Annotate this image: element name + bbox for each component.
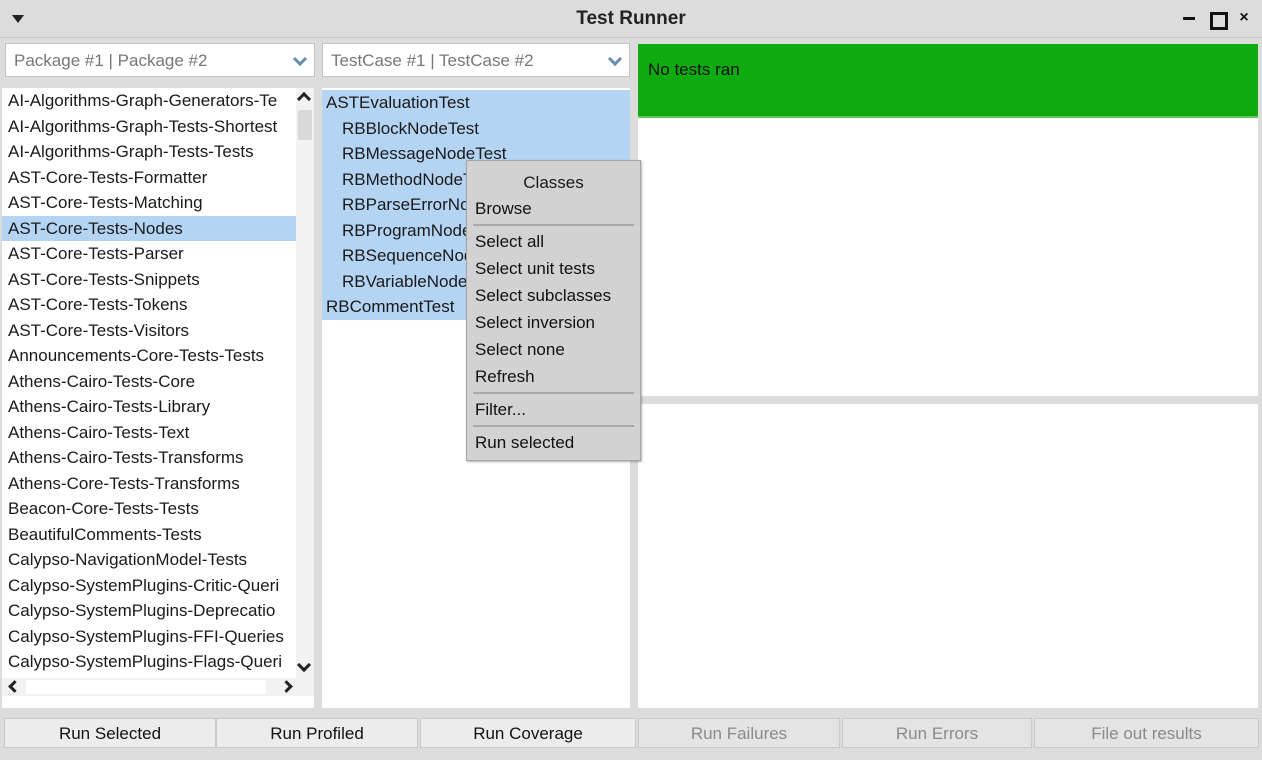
package-item[interactable]: AST-Core-Tests-Snippets: [2, 267, 296, 293]
testcase-filter-dropdown[interactable]: TestCase #1 | TestCase #2: [322, 43, 630, 77]
package-item[interactable]: Announcements-Core-Tests-Tests: [2, 343, 296, 369]
maximize-icon[interactable]: [1209, 10, 1228, 30]
scrollbar-thumb[interactable]: [298, 110, 312, 140]
package-item[interactable]: Calypso-NavigationModel-Tests: [2, 547, 296, 573]
package-item[interactable]: AI-Algorithms-Graph-Tests-Tests: [2, 139, 296, 165]
window-title: Test Runner: [576, 8, 686, 29]
package-item[interactable]: AST-Core-Tests-Visitors: [2, 318, 296, 344]
package-item[interactable]: Beacon-Core-Tests-Tests: [2, 496, 296, 522]
scroll-down-icon[interactable]: [296, 657, 312, 673]
minimize-icon[interactable]: [1182, 10, 1198, 26]
result-detail-panel[interactable]: [638, 404, 1258, 708]
package-horizontal-scrollbar[interactable]: [2, 678, 314, 696]
package-item[interactable]: Athens-Cairo-Tests-Text: [2, 420, 296, 446]
menu-item-select-all[interactable]: Select all: [467, 228, 640, 255]
package-filter-dropdown[interactable]: Package #1 | Package #2: [5, 43, 315, 77]
run-selected-button[interactable]: Run Selected: [4, 718, 216, 748]
run-profiled-button[interactable]: Run Profiled: [216, 718, 418, 748]
menu-item-browse[interactable]: Browse: [467, 195, 640, 222]
package-item[interactable]: Calypso-SystemPlugins-Flags-Queri: [2, 649, 296, 675]
run-errors-button[interactable]: Run Errors: [842, 718, 1032, 748]
status-text: No tests ran: [648, 60, 740, 79]
file-out-results-button[interactable]: File out results: [1034, 718, 1259, 748]
close-icon[interactable]: ×: [1236, 10, 1252, 26]
action-button-bar: Run Selected Run Profiled Run Coverage Run …: [0, 716, 1262, 760]
package-item[interactable]: Athens-Cairo-Tests-Library: [2, 394, 296, 420]
package-item[interactable]: BeautifulComments-Tests: [2, 522, 296, 548]
scroll-up-icon[interactable]: [296, 91, 312, 107]
package-item[interactable]: AI-Algorithms-Graph-Tests-Shortest: [2, 114, 296, 140]
scrollbar-thumb[interactable]: [26, 680, 266, 694]
package-item[interactable]: AI-Algorithms-Graph-Generators-Te: [2, 88, 296, 114]
context-menu-header: Classes: [523, 173, 584, 192]
menu-item-select-subclasses[interactable]: Select subclasses: [467, 282, 640, 309]
package-item[interactable]: Calypso-SystemPlugins-FFI-Queries: [2, 624, 296, 650]
menu-item-filter[interactable]: Filter...: [467, 396, 640, 423]
menu-item-select-unit-tests[interactable]: Select unit tests: [467, 255, 640, 282]
package-item[interactable]: AST-Core-Tests-Matching: [2, 190, 296, 216]
context-menu-classes: Classes Browse Select all Select unit test…: [466, 160, 641, 461]
testcase-item[interactable]: RBBlockNodeTest: [322, 115, 630, 141]
menu-item-select-inversion[interactable]: Select inversion: [467, 309, 640, 336]
package-item[interactable]: Calypso-SystemPlugins-Critic-Queri: [2, 573, 296, 599]
run-coverage-button[interactable]: Run Coverage: [420, 718, 636, 748]
package-item[interactable]: AST-Core-Tests-Parser: [2, 241, 296, 267]
package-item[interactable]: AST-Core-Tests-Nodes: [2, 215, 296, 241]
package-list-panel: AI-Algorithms-Graph-Generators-Te AI-Algo…: [2, 88, 314, 708]
testcase-filter-value: TestCase #1 | TestCase #2: [331, 51, 534, 70]
menu-item-select-none[interactable]: Select none: [467, 336, 640, 363]
title-bar: Test Runner ×: [0, 0, 1262, 38]
scroll-right-icon[interactable]: [280, 680, 293, 693]
package-list[interactable]: AI-Algorithms-Graph-Generators-Te AI-Algo…: [2, 88, 296, 678]
package-item[interactable]: Calypso-SystemPlugins-Deprecatio: [2, 598, 296, 624]
package-item[interactable]: Athens-Core-Tests-Transforms: [2, 471, 296, 497]
package-filter-value: Package #1 | Package #2: [14, 51, 208, 70]
package-item[interactable]: Athens-Cairo-Tests-Transforms: [2, 445, 296, 471]
status-bar: No tests ran: [638, 44, 1258, 118]
testcase-item[interactable]: ASTEvaluationTest: [322, 90, 630, 116]
chevron-down-icon[interactable]: [294, 54, 308, 66]
package-vertical-scrollbar[interactable]: [296, 88, 314, 678]
menu-item-refresh[interactable]: Refresh: [467, 363, 640, 390]
scroll-left-icon[interactable]: [8, 680, 21, 693]
chevron-down-icon[interactable]: [609, 54, 623, 66]
package-item[interactable]: AST-Core-Tests-Formatter: [2, 165, 296, 191]
run-failures-button[interactable]: Run Failures: [638, 718, 840, 748]
menu-item-run-selected[interactable]: Run selected: [467, 429, 640, 456]
package-item[interactable]: Athens-Cairo-Tests-Core: [2, 369, 296, 395]
result-status-panel: No tests ran: [638, 44, 1258, 396]
package-item[interactable]: AST-Core-Tests-Tokens: [2, 292, 296, 318]
